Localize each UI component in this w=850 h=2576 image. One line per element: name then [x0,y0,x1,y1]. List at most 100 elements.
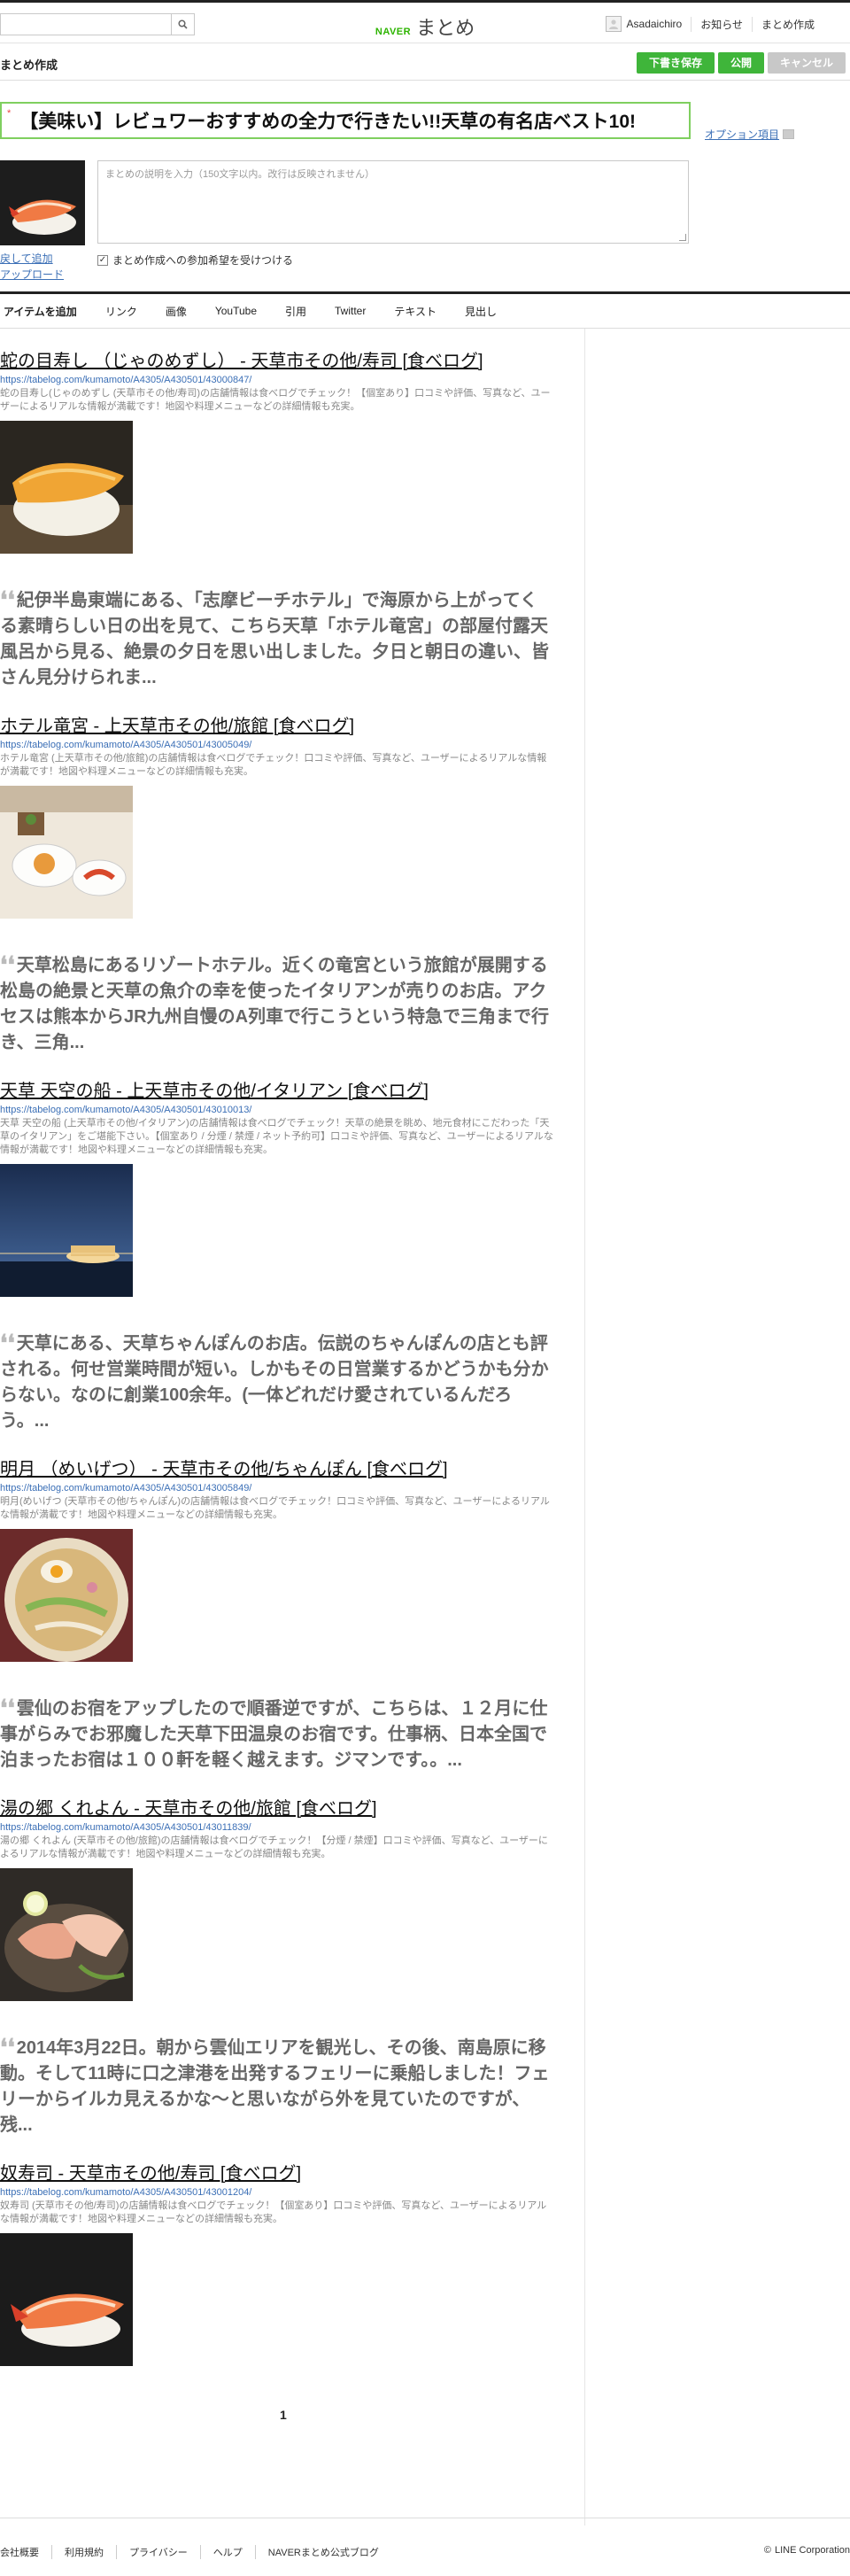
link-url[interactable]: https://tabelog.com/kumamoto/A4305/A4305… [0,1105,584,1115]
participate-checkbox[interactable]: ✓ [97,254,108,266]
link-title[interactable]: 天草 天空の船 - 上天草市その他/イタリアン [食べログ] [0,1080,584,1103]
option-items-label: オプション項目 [705,128,780,141]
page-title: まとめ作成 [0,58,58,72]
link-description: 湯の郷 くれよん (天草市その他/旅館)の店舗情報は食べログでチェック！【分煙 … [0,1835,548,1859]
link-item[interactable]: 湯の郷 くれよん - 天草市その他/旅館 [食べログ] https://tabe… [0,1773,584,2001]
sushi-image [0,421,133,554]
quote-text: ❛❛ 雲仙のお宿をアップしたので順番逆ですが、こちらは、１２月に仕事がらみでお邪魔… [0,1695,553,1773]
user-icon [608,19,618,29]
link-url[interactable]: https://tabelog.com/kumamoto/A4305/A4305… [0,740,584,750]
tab-twitter[interactable]: Twitter [321,305,380,317]
copyright-symbol: © [763,2545,771,2556]
ebi-sushi-image [0,2233,133,2366]
link-title[interactable]: 奴寿司 - 天草市その他/寿司 [食べログ] [0,2162,584,2185]
avatar[interactable] [605,16,622,32]
description-placeholder: まとめの説明を入力（150文字以内。改行は反映されません） [105,169,375,180]
footer-link-help[interactable]: ヘルプ [199,2545,255,2559]
link-title[interactable]: ホテル竜宮 - 上天草市その他/旅館 [食べログ] [0,715,584,738]
tab-image[interactable]: 画像 [151,304,201,319]
search-icon [178,19,188,29]
link-image[interactable] [0,1868,133,2001]
sashimi-image [0,1868,133,2001]
footer-link-company[interactable]: 会社概要 [0,2545,51,2559]
link-description: 天草 天空の船 (上天草市その他/イタリアン)の店舗情報は食べログでチェック！天… [0,1118,553,1155]
link-item[interactable]: 天草 天空の船 - 上天草市その他/イタリアン [食べログ] https://t… [0,1056,584,1297]
quote-text: ❛❛ 紀伊半島東端にある、「志摩ビーチホテル」で海原から上がってくる素晴らしい日の… [0,587,553,691]
pagination-current[interactable]: 1 [280,2408,287,2422]
tab-youtube[interactable]: YouTube [201,305,271,317]
thumbnail-image[interactable] [0,160,85,245]
quote-body: 天草にある、天草ちゃんぽんのお店。伝説のちゃんぽんの店とも評される。何せ営業時間… [0,1334,549,1431]
link-description: ホテル竜宮 (上天草市その他/旅館)の店舗情報は食べログでチェック！口コミや評価… [0,753,547,777]
publish-button[interactable]: 公開 [717,52,764,74]
copyright: © LINE Corporation [761,2545,850,2556]
link-item[interactable]: 明月 （めいげつ） - 天草市その他/ちゃんぽん [食べログ] https://… [0,1434,584,1662]
link-url[interactable]: https://tabelog.com/kumamoto/A4305/A4305… [0,375,584,385]
tab-text[interactable]: テキスト [380,304,451,319]
quote-item[interactable]: ❛❛ 雲仙のお宿をアップしたので順番逆ですが、こちらは、１２月に仕事がらみでお邪魔… [0,1662,584,1773]
link-url[interactable]: https://tabelog.com/kumamoto/A4305/A4305… [0,1822,584,1833]
footer: 会社概要 利用規約 プライバシー ヘルプ NAVERまとめ公式ブログ © LINE… [0,2518,850,2576]
search-input[interactable] [1,14,171,35]
cancel-button[interactable]: キャンセル [767,52,846,74]
thumbnail-links: 戻して追加 アップロード [0,251,64,283]
participate-option[interactable]: ✓ まとめ作成への参加希望を受けつける [97,252,293,268]
title-input[interactable]: * 【美味い】レビュワーおすすめの全力で行きたい!!天草の有名店ベスト10! [0,102,691,139]
logo-naver: NAVER [375,27,412,37]
link-item[interactable]: 蛇の目寿し （じゃのめずし） - 天草市その他/寿司 [食べログ] https:… [0,329,584,554]
upload-thumbnail-link[interactable]: アップロード [0,267,64,283]
link-image[interactable] [0,1164,133,1297]
title-row: * 【美味い】レビュワーおすすめの全力で行きたい!!天草の有名店ベスト10! オ… [0,81,850,160]
link-title[interactable]: 蛇の目寿し （じゃのめずし） - 天草市その他/寿司 [食べログ] [0,350,584,373]
link-url[interactable]: https://tabelog.com/kumamoto/A4305/A4305… [0,1483,584,1494]
link-item[interactable]: 奴寿司 - 天草市その他/寿司 [食べログ] https://tabelog.c… [0,2138,584,2366]
site-logo[interactable]: NAVER まとめ [375,12,475,41]
resize-handle[interactable] [679,234,686,241]
participate-label: まとめ作成への参加希望を受けつける [112,254,294,267]
link-image[interactable] [0,786,133,919]
footer-links: 会社概要 利用規約 プライバシー ヘルプ NAVERまとめ公式ブログ [0,2545,391,2559]
description-input[interactable]: まとめの説明を入力（150文字以内。改行は反映されません） [97,160,689,244]
quote-item[interactable]: ❛❛ 2014年3月22日。朝から雲仙エリアを観光し、その後、南島原に移動。そして… [0,2001,584,2138]
tab-add-item[interactable]: アイテムを追加 [4,304,91,319]
quote-body: 紀伊半島東端にある、「志摩ビーチホテル」で海原から上がってくる素晴らしい日の出を… [0,591,549,687]
footer-link-blog[interactable]: NAVERまとめ公式ブログ [254,2545,391,2559]
search-box [0,13,195,35]
save-draft-button[interactable]: 下書き保存 [636,52,715,74]
link-title[interactable]: 湯の郷 くれよん - 天草市その他/旅館 [食べログ] [0,1797,584,1820]
link-image[interactable] [0,421,133,554]
content-area: 蛇の目寿し （じゃのめずし） - 天草市その他/寿司 [食べログ] https:… [0,329,850,2526]
link-item[interactable]: ホテル竜宮 - 上天草市その他/旅館 [食べログ] https://tabelo… [0,691,584,919]
quote-mark-icon: ❛❛ [0,952,15,978]
quote-item[interactable]: ❛❛ 天草にある、天草ちゃんぽんのお店。伝説のちゃんぽんの店とも評される。何せ営業… [0,1297,584,1434]
link-title[interactable]: 明月 （めいげつ） - 天草市その他/ちゃんぽん [食べログ] [0,1458,584,1481]
quote-item[interactable]: ❛❛ 天草松島にあるリゾートホテル。近くの竜宮という旅館が展開する松島の絶景と天草… [0,919,584,1056]
required-mark: * [7,108,12,119]
quote-mark-icon: ❛❛ [0,587,15,613]
quote-body: 2014年3月22日。朝から雲仙エリアを観光し、その後、南島原に移動。そして11… [0,2038,550,2135]
quote-item[interactable]: ❛❛ 紀伊半島東端にある、「志摩ビーチホテル」で海原から上がってくる素晴らしい日の… [0,554,584,691]
footer-link-terms[interactable]: 利用規約 [51,2545,116,2559]
copyright-text: LINE Corporation [775,2545,850,2556]
quote-text: ❛❛ 天草にある、天草ちゃんぽんのお店。伝説のちゃんぽんの店とも評される。何せ営業… [0,1331,553,1434]
tab-link[interactable]: リンク [91,304,151,319]
option-items-link[interactable]: オプション項目 [705,127,795,142]
nav-notifications[interactable]: お知らせ [691,16,752,32]
nav-create-matome[interactable]: まとめ作成 [751,16,823,32]
tab-quote[interactable]: 引用 [271,304,321,319]
link-url[interactable]: https://tabelog.com/kumamoto/A4305/A4305… [0,2187,584,2198]
user-nav: Asadaichiro お知らせ まとめ作成 [605,16,823,32]
tab-heading[interactable]: 見出し [451,304,511,319]
sidebar-divider [584,329,585,2526]
footer-link-privacy[interactable]: プライバシー [116,2545,200,2559]
quote-mark-icon: ❛❛ [0,1695,15,1721]
quote-text: ❛❛ 2014年3月22日。朝から雲仙エリアを観光し、その後、南島原に移動。そして… [0,2035,553,2138]
restore-thumbnail-link[interactable]: 戻して追加 [0,251,64,267]
link-image[interactable] [0,2233,133,2366]
search-button[interactable] [171,14,194,35]
editor-toolbar: まとめ作成 下書き保存 公開 キャンセル [0,43,850,81]
username-link[interactable]: Asadaichiro [627,18,692,30]
ryokan-meal-image [0,786,133,919]
link-image[interactable] [0,1529,133,1662]
matome-title: 【美味い】レビュワーおすすめの全力で行きたい!!天草の有名店ベスト10! [19,112,637,132]
